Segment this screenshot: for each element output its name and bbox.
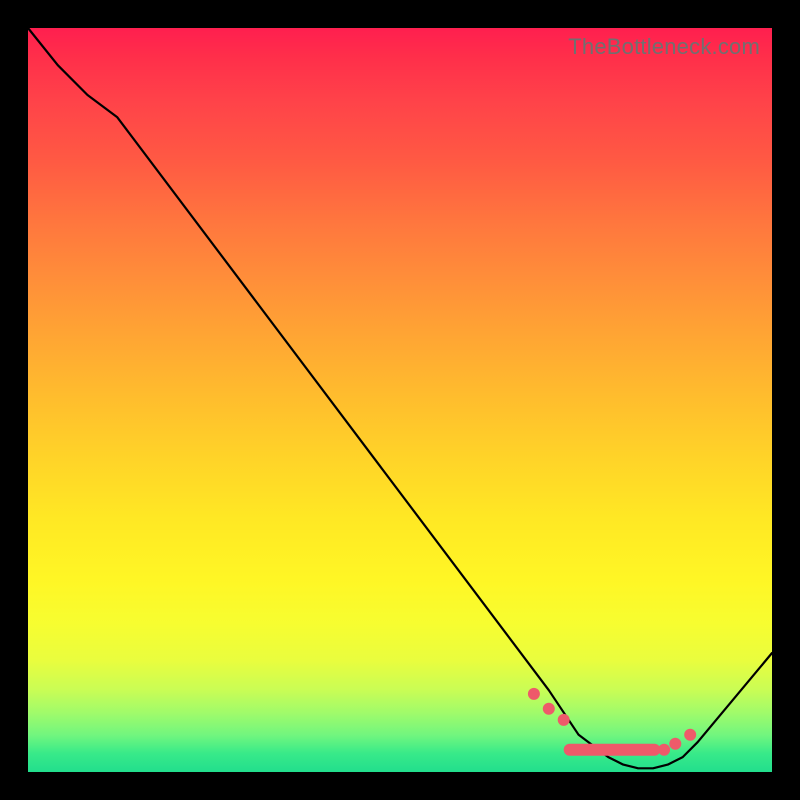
highlight-dot: [684, 729, 696, 741]
highlight-dot: [543, 703, 555, 715]
chart-frame: TheBottleneck.com: [0, 0, 800, 800]
plot-area: TheBottleneck.com: [28, 28, 772, 772]
valley-highlight: [564, 744, 661, 756]
curve-svg: [28, 28, 772, 772]
highlight-dot: [558, 714, 570, 726]
highlight-dot: [669, 738, 681, 750]
bottleneck-curve: [28, 28, 772, 768]
highlight-dot: [658, 744, 670, 756]
highlight-dot: [528, 688, 540, 700]
